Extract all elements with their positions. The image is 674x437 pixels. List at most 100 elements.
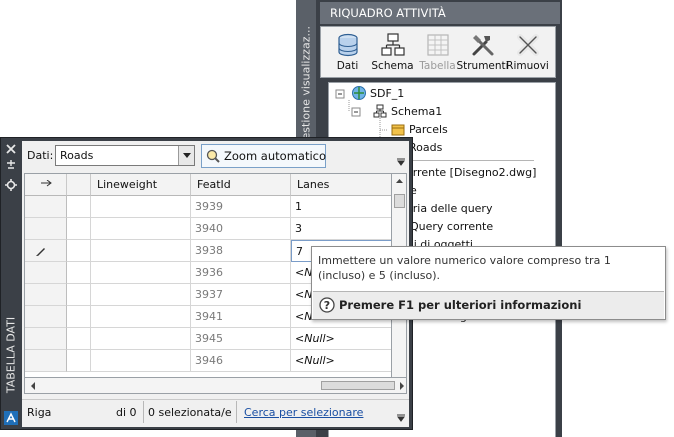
row-selector[interactable]: [25, 218, 67, 240]
lineweight-cell: [91, 218, 191, 240]
task-pane-toolbar: Dati Schema Tabella Strumenti Rimuovi: [320, 26, 556, 78]
blank-cell: [67, 196, 91, 218]
header-lanes[interactable]: Lanes: [291, 174, 391, 196]
tools-icon: [472, 35, 493, 56]
row-selector[interactable]: [25, 350, 67, 372]
cerca-per-selezionare-link[interactable]: Cerca per selezionare: [244, 406, 363, 419]
status-separator: [236, 401, 237, 423]
sdf-connection-icon: [352, 86, 366, 100]
svg-text:?: ?: [324, 299, 330, 312]
dati-label: Dati:: [27, 149, 54, 162]
tree-item-sdf[interactable]: SDF_1: [370, 87, 404, 100]
remove-icon: [516, 34, 539, 56]
scroll-left-icon[interactable]: [28, 379, 38, 393]
validation-tooltip: Immettere un valore numerico valore comp…: [311, 246, 666, 320]
header-featid[interactable]: FeatId: [191, 174, 291, 196]
dati-select[interactable]: Roads: [55, 145, 195, 166]
edit-pencil-icon: [36, 248, 45, 256]
task-pane-title: RIQUADRO ATTIVITÀ: [320, 2, 560, 24]
tabella-button[interactable]: Tabella: [416, 27, 459, 77]
close-icon[interactable]: [6, 144, 16, 154]
blank-cell: [67, 306, 91, 328]
database-icon: [337, 33, 358, 57]
table-icon: [426, 34, 449, 56]
row-selector[interactable]: [25, 240, 67, 262]
autohide-icon[interactable]: [7, 160, 15, 169]
dati-button[interactable]: Dati: [326, 27, 369, 77]
blank-cell: [67, 262, 91, 284]
status-row-count: di 0: [116, 406, 137, 419]
header-lineweight[interactable]: Lineweight: [91, 174, 191, 196]
horizontal-scroll-thumb[interactable]: [321, 381, 395, 390]
scroll-right-icon[interactable]: [397, 379, 407, 393]
header-row-selector[interactable]: [25, 174, 67, 196]
vertical-scroll-thumb[interactable]: [394, 194, 405, 208]
lineweight-cell: [91, 196, 191, 218]
tree-item-current-drawing[interactable]: orrente [Disegno2.dwg]: [406, 166, 536, 179]
status-selected-count: 0 selezionata/e: [148, 406, 232, 419]
dati-select-value: Roads: [60, 149, 94, 162]
rimuovi-button[interactable]: Rimuovi: [506, 27, 549, 77]
schema-icon: [380, 33, 405, 56]
tree-item-current-query[interactable]: Query corrente: [410, 220, 493, 233]
schema-small-icon: [373, 104, 387, 118]
status-overflow-icon[interactable]: [397, 414, 405, 422]
blank-cell: [67, 350, 91, 372]
lanes-cell[interactable]: 1: [291, 196, 391, 218]
lineweight-cell: [91, 350, 191, 372]
tooltip-message: Immettere un valore numerico valore comp…: [318, 254, 611, 282]
featid-cell: 3937: [191, 284, 291, 306]
tooltip-help-text: Premere F1 per ulteriori informazioni: [339, 298, 582, 312]
tree-item-roads[interactable]: Roads: [409, 141, 442, 154]
scroll-up-icon[interactable]: [392, 176, 407, 186]
blank-cell: [67, 240, 91, 262]
tree-item-query-gallery[interactable]: eria delle query: [406, 202, 492, 215]
featid-cell: 3936: [191, 262, 291, 284]
featid-cell: 3946: [191, 350, 291, 372]
featid-cell: 3941: [191, 306, 291, 328]
toolbar-overflow-icon[interactable]: [397, 158, 405, 166]
zoom-automatico-button[interactable]: Zoom automatico: [201, 144, 326, 168]
strumenti-button[interactable]: Strumenti: [456, 27, 509, 77]
help-icon: ?: [319, 297, 335, 313]
blank-cell: [67, 328, 91, 350]
column-options-icon: [41, 180, 52, 187]
lineweight-cell: [91, 284, 191, 306]
feature-class-icon: [391, 124, 405, 136]
autocad-icon: [4, 411, 18, 425]
lineweight-cell: [91, 240, 191, 262]
lanes-cell[interactable]: <Null>: [291, 328, 391, 350]
featid-cell: 3945: [191, 328, 291, 350]
palette-controls: [5, 144, 17, 191]
properties-icon[interactable]: [5, 179, 17, 191]
header-col-blank[interactable]: [67, 174, 91, 196]
row-selector[interactable]: [25, 328, 67, 350]
blank-cell: [67, 218, 91, 240]
data-table-side-label: TABELLA DATI: [4, 316, 18, 394]
lanes-cell[interactable]: <Null>: [291, 350, 391, 372]
featid-cell: 3939: [191, 196, 291, 218]
tooltip-footer: ? Premere F1 per ulteriori informazioni: [313, 291, 664, 319]
zoom-automatico-label: Zoom automatico: [224, 149, 327, 163]
status-separator: [143, 401, 144, 423]
tree-separator: [406, 160, 534, 161]
lanes-cell[interactable]: 3: [291, 218, 391, 240]
chevron-down-icon[interactable]: [178, 146, 194, 165]
task-pane-side-label: Gestione visualizzaz...: [299, 25, 313, 149]
featid-cell: 3940: [191, 218, 291, 240]
row-selector[interactable]: [25, 284, 67, 306]
blank-cell: [67, 284, 91, 306]
schema-button[interactable]: Schema: [371, 27, 414, 77]
tree-item-parcels[interactable]: Parcels: [409, 123, 448, 136]
row-selector[interactable]: [25, 196, 67, 218]
zoom-icon: [206, 149, 220, 163]
row-selector[interactable]: [25, 306, 67, 328]
lineweight-cell: [91, 306, 191, 328]
row-selector[interactable]: [25, 262, 67, 284]
horizontal-scrollbar[interactable]: [24, 378, 407, 394]
tooltip-help[interactable]: ? Premere F1 per ulteriori informazioni: [319, 297, 582, 313]
status-row-label: Riga: [27, 406, 52, 419]
tree-item-schema[interactable]: Schema1: [391, 105, 442, 118]
featid-cell: 3938: [191, 240, 291, 262]
lineweight-cell: [91, 262, 191, 284]
